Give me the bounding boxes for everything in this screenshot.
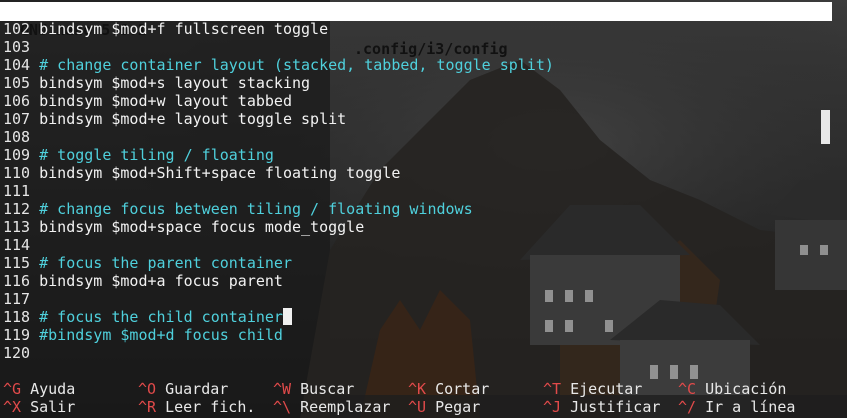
shortcut-label: Cortar <box>435 380 490 398</box>
shortcut-label: Ubicación <box>705 380 787 398</box>
shortcut-label: Salir <box>30 398 76 416</box>
line-number: 109 <box>3 146 31 164</box>
shortcut-key: ^J <box>543 398 562 416</box>
code-text: bindsym $mod+w layout tabbed <box>39 92 292 110</box>
shortcut-item[interactable]: ^/ Ir a línea <box>678 398 795 416</box>
code-text: bindsym $mod+a focus parent <box>39 272 283 290</box>
shortcut-label: Reemplazar <box>300 398 391 416</box>
title-bar: GNU nano 5.6.1 .config/i3/config <box>0 2 832 58</box>
shortcut-key: ^R <box>138 398 157 416</box>
line-number: 114 <box>3 236 31 254</box>
line-number: 110 <box>3 164 31 182</box>
shortcut-label: Ayuda <box>30 380 76 398</box>
shortcut-key: ^K <box>408 380 427 398</box>
editor-line[interactable]: 117 <box>3 290 823 308</box>
editor-line[interactable]: 116 bindsym $mod+a focus parent <box>3 272 823 290</box>
editor-line[interactable]: 113 bindsym $mod+space focus mode_toggle <box>3 218 823 236</box>
editor-line[interactable]: 104 # change container layout (stacked, … <box>3 56 823 74</box>
shortcut-key: ^O <box>138 380 157 398</box>
editor-line[interactable]: 105 bindsym $mod+s layout stacking <box>3 74 823 92</box>
shortcut-label: Guardar <box>165 380 229 398</box>
editor-line[interactable]: 109 # toggle tiling / floating <box>3 146 823 164</box>
comment-text: # focus the child container <box>39 308 283 326</box>
code-text: bindsym $mod+space focus mode_toggle <box>39 218 365 236</box>
shortcut-key: ^C <box>678 380 697 398</box>
line-number: 118 <box>3 308 31 326</box>
editor-line[interactable]: 119 #bindsym $mod+d focus child <box>3 326 823 344</box>
text-cursor <box>282 308 292 325</box>
line-number: 116 <box>3 272 31 290</box>
comment-text: #bindsym $mod+d focus child <box>39 326 283 344</box>
line-number: 112 <box>3 200 31 218</box>
shortcut-key: ^\ <box>273 398 292 416</box>
shortcut-label: Ejecutar <box>570 380 643 398</box>
line-number: 106 <box>3 92 31 110</box>
shortcut-item[interactable]: ^R Leer fich. <box>138 398 255 416</box>
editor-text-area[interactable]: 102 bindsym $mod+f fullscreen toggle 103 … <box>3 20 823 362</box>
nano-editor[interactable]: GNU nano 5.6.1 .config/i3/config 102 bin… <box>0 0 847 418</box>
shortcut-item[interactable]: ^X Salir <box>3 398 75 416</box>
shortcut-row: ^X Salir ^R Leer fich. ^\ Reemplazar ^U Peg… <box>0 398 847 416</box>
shortcut-item[interactable]: ^T Ejecutar <box>543 380 642 398</box>
comment-text: # change focus between tiling / floating… <box>39 200 473 218</box>
editor-line[interactable]: 114 <box>3 236 823 254</box>
code-text: bindsym $mod+f fullscreen toggle <box>39 20 329 38</box>
comment-text: # focus the parent container <box>39 254 292 272</box>
comment-text: # change container layout (stacked, tabb… <box>39 56 554 74</box>
comment-text: # toggle tiling / floating <box>39 146 274 164</box>
editor-line[interactable]: 112 # change focus between tiling / floa… <box>3 200 823 218</box>
shortcut-label: Pegar <box>435 398 481 416</box>
shortcut-item[interactable]: ^W Buscar <box>273 380 354 398</box>
code-text: bindsym $mod+Shift+space floating toggle <box>39 164 401 182</box>
editor-line[interactable]: 103 <box>3 38 823 56</box>
scrollbar-thumb[interactable] <box>821 110 830 144</box>
line-number: 120 <box>3 344 31 362</box>
line-number: 103 <box>3 38 31 56</box>
shortcut-item[interactable]: ^K Cortar <box>408 380 489 398</box>
shortcut-item[interactable]: ^G Ayuda <box>3 380 75 398</box>
shortcut-label: Buscar <box>300 380 355 398</box>
editor-line[interactable]: 118 # focus the child container <box>3 308 823 326</box>
shortcut-row: ^G Ayuda ^O Guardar ^W Buscar ^K Cortar ^T E… <box>0 380 847 398</box>
shortcut-item[interactable]: ^J Justificar <box>543 398 660 416</box>
editor-line[interactable]: 108 <box>3 128 823 146</box>
code-text: bindsym $mod+s layout stacking <box>39 74 311 92</box>
line-number: 117 <box>3 290 31 308</box>
line-number: 107 <box>3 110 31 128</box>
shortcut-label: Justificar <box>570 398 661 416</box>
shortcut-item[interactable]: ^\ Reemplazar <box>273 398 390 416</box>
shortcut-item[interactable]: ^C Ubicación <box>678 380 786 398</box>
shortcut-label: Ir a línea <box>705 398 796 416</box>
line-number: 102 <box>3 20 31 38</box>
shortcut-key: ^U <box>408 398 427 416</box>
line-number: 105 <box>3 74 31 92</box>
shortcut-key: ^W <box>273 380 292 398</box>
editor-line[interactable]: 115 # focus the parent container <box>3 254 823 272</box>
editor-line[interactable]: 107 bindsym $mod+e layout toggle split <box>3 110 823 128</box>
line-number: 104 <box>3 56 31 74</box>
shortcut-key: ^G <box>3 380 22 398</box>
shortcut-key: ^X <box>3 398 22 416</box>
line-number: 119 <box>3 326 31 344</box>
line-number: 115 <box>3 254 31 272</box>
shortcut-item[interactable]: ^O Guardar <box>138 380 228 398</box>
line-number: 111 <box>3 182 31 200</box>
editor-line[interactable]: 110 bindsym $mod+Shift+space floating to… <box>3 164 823 182</box>
line-number: 108 <box>3 128 31 146</box>
line-number: 113 <box>3 218 31 236</box>
shortcut-key: ^/ <box>678 398 697 416</box>
shortcut-item[interactable]: ^U Pegar <box>408 398 480 416</box>
editor-line[interactable]: 111 <box>3 182 823 200</box>
shortcut-label: Leer fich. <box>165 398 256 416</box>
shortcut-key: ^T <box>543 380 562 398</box>
code-text: bindsym $mod+e layout toggle split <box>39 110 347 128</box>
editor-line[interactable]: 120 <box>3 344 823 362</box>
editor-line[interactable]: 106 bindsym $mod+w layout tabbed <box>3 92 823 110</box>
editor-line[interactable]: 102 bindsym $mod+f fullscreen toggle <box>3 20 823 38</box>
